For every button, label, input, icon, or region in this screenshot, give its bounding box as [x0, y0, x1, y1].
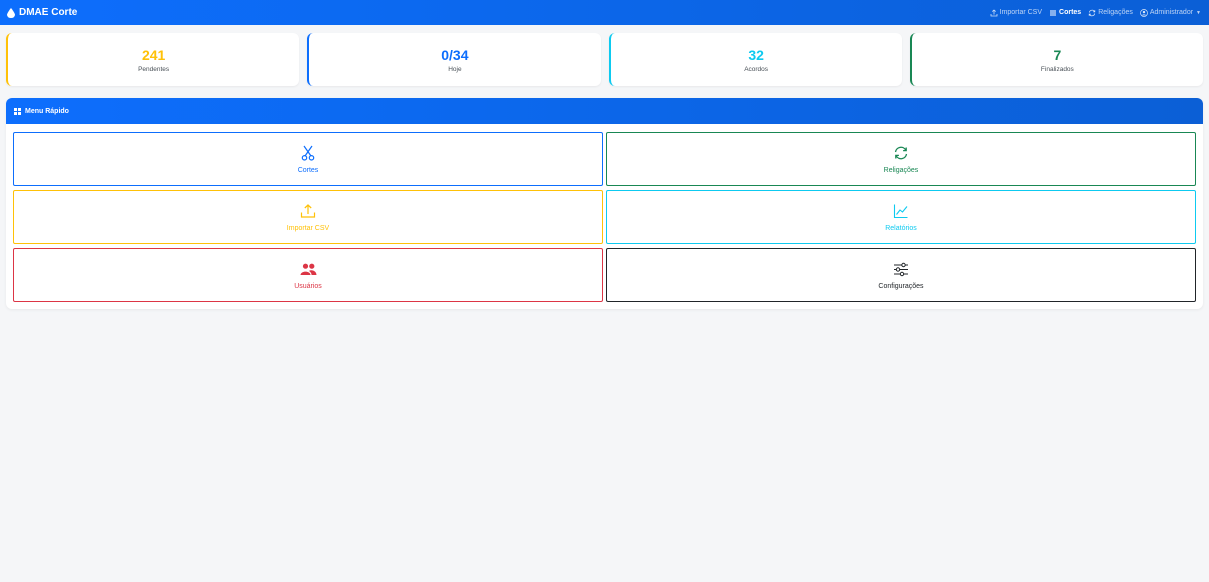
stat-value: 7	[1053, 46, 1062, 63]
menu-button-relatorios[interactable]: Relatórios	[606, 190, 1196, 244]
menu-button-importar-csv[interactable]: Importar CSV	[13, 190, 603, 244]
menu-button-label: Configurações	[878, 283, 924, 290]
stat-value: 241	[141, 46, 166, 63]
refresh-icon	[1089, 9, 1096, 16]
quick-menu-grid: Cortes Religações Importar CSV Relatório…	[13, 132, 1196, 302]
nav-links: Importar CSV Cortes Religações Administr…	[990, 8, 1201, 17]
grid-icon	[14, 107, 21, 115]
menu-button-label: Religações	[883, 167, 919, 174]
quick-menu-header: Menu Rápido	[6, 98, 1203, 124]
stat-label: Pendentes	[138, 65, 170, 73]
menu-button-label: Cortes	[297, 167, 319, 174]
stat-label: Acordos	[744, 65, 769, 73]
stat-label: Hoje	[448, 65, 462, 73]
stat-card-hoje: 0/34 Hoje	[307, 33, 601, 86]
upload-icon	[300, 204, 316, 218]
scissors-icon	[301, 145, 315, 161]
nav-link-label: Religações	[1098, 9, 1133, 16]
stats-row: 241 Pendentes 0/34 Hoje 32 Acordos 7 Fin…	[6, 33, 1203, 86]
nav-link-importar-csv[interactable]: Importar CSV	[990, 8, 1043, 17]
nav-link-label: Importar CSV	[999, 9, 1043, 16]
menu-button-usuarios[interactable]: Usuários	[13, 248, 603, 302]
stat-card-finalizados: 7 Finalizados	[909, 33, 1203, 86]
nav-link-religacoes[interactable]: Religações	[1088, 9, 1133, 17]
nav-link-cortes[interactable]: Cortes	[1049, 9, 1081, 17]
menu-button-religacoes[interactable]: Religações	[606, 132, 1196, 186]
quick-menu-card: Menu Rápido Cortes Religações Importar C…	[6, 98, 1203, 309]
nav-user-dropdown[interactable]: Administrador ▼	[1140, 8, 1201, 17]
sliders-icon	[894, 262, 908, 276]
list-icon	[1050, 10, 1057, 15]
menu-button-cortes[interactable]: Cortes	[13, 132, 603, 186]
stat-card-acordos: 32 Acordos	[608, 33, 902, 86]
brand-name: DMAE Corte	[19, 7, 78, 18]
refresh-icon	[894, 146, 908, 160]
menu-button-configuracoes[interactable]: Configurações	[606, 248, 1196, 302]
users-icon	[300, 263, 316, 275]
caret-down-icon: ▼	[1196, 9, 1201, 16]
brand[interactable]: DMAE Corte	[7, 7, 77, 18]
nav-link-label: Cortes	[1059, 9, 1082, 16]
menu-button-label: Usuários	[294, 283, 322, 290]
stat-card-pendentes: 241 Pendentes	[6, 33, 300, 86]
upload-icon	[990, 8, 998, 16]
navbar: DMAE Corte Importar CSV Cortes Religaçõe…	[0, 0, 1209, 25]
line-chart-icon	[893, 204, 908, 219]
stat-value: 0/34	[441, 46, 469, 63]
stat-label: Finalizados	[1040, 65, 1074, 73]
menu-button-label: Relatórios	[885, 225, 917, 232]
menu-button-label: Importar CSV	[286, 225, 330, 232]
water-drop-icon	[7, 7, 15, 18]
user-circle-icon	[1140, 8, 1148, 17]
stat-value: 32	[748, 46, 764, 63]
nav-user-label: Administrador	[1149, 9, 1194, 16]
quick-menu-title: Menu Rápido	[25, 107, 69, 115]
